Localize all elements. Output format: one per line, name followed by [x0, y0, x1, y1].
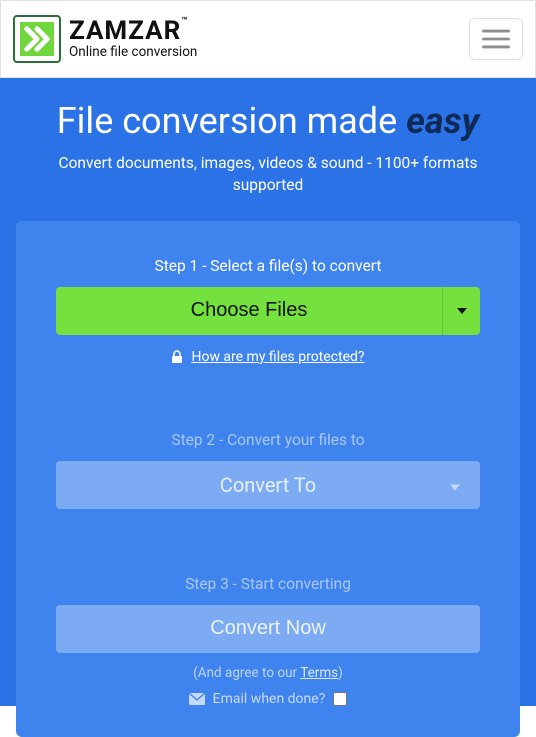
lock-icon: [171, 350, 183, 364]
brand[interactable]: ZAMZAR™ Online file conversion: [13, 15, 197, 63]
convert-now-button[interactable]: Convert Now: [56, 605, 480, 653]
choose-files-button[interactable]: Choose Files: [56, 287, 442, 335]
convert-to-select[interactable]: Convert To: [56, 461, 480, 509]
email-when-done-label: Email when done?: [213, 691, 326, 707]
chevron-down-icon: [450, 475, 460, 494]
brand-name: ZAMZAR™: [69, 18, 197, 44]
terms-link[interactable]: Terms: [300, 665, 338, 681]
terms-text: (And agree to our Terms): [193, 665, 343, 681]
menu-button[interactable]: [469, 18, 523, 60]
chevron-down-icon: [457, 308, 467, 314]
email-when-done-checkbox[interactable]: [333, 692, 347, 706]
step2-label: Step 2 - Convert your files to: [171, 431, 364, 449]
step3-label: Step 3 - Start converting: [185, 575, 351, 593]
logo-icon: [13, 15, 61, 63]
convert-panel: Step 1 - Select a file(s) to convert Cho…: [16, 221, 520, 737]
hamburger-icon: [482, 27, 510, 51]
top-bar: ZAMZAR™ Online file conversion: [0, 0, 536, 78]
email-when-done: Email when done?: [189, 691, 348, 707]
files-protected-link[interactable]: How are my files protected?: [171, 349, 364, 365]
mail-icon: [189, 693, 205, 705]
choose-files: Choose Files: [56, 287, 480, 335]
sub-headline: Convert documents, images, videos & soun…: [38, 152, 498, 197]
step1-label: Step 1 - Select a file(s) to convert: [154, 257, 381, 275]
hero: File conversion made easy Convert docume…: [0, 78, 536, 706]
brand-tagline: Online file conversion: [69, 46, 197, 60]
choose-files-dropdown[interactable]: [442, 287, 480, 335]
headline: File conversion made easy: [57, 100, 479, 142]
